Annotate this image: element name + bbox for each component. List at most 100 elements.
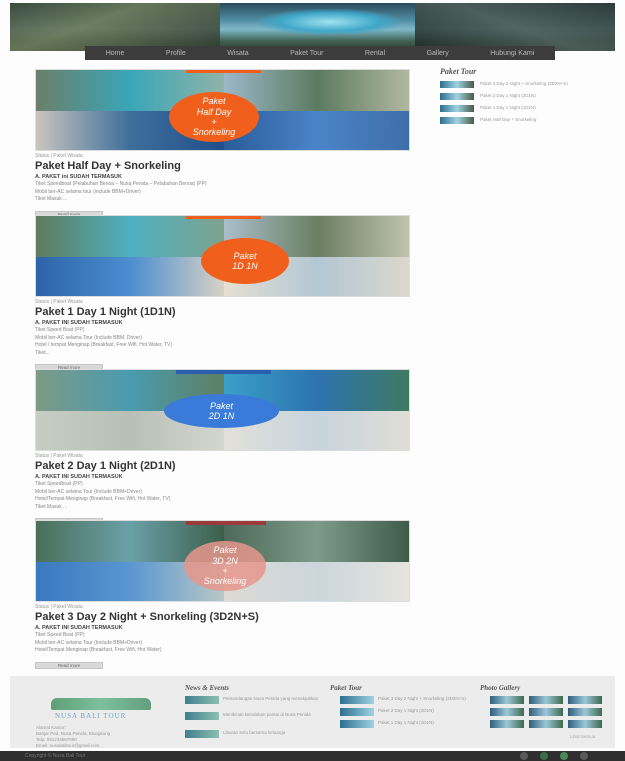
sidebar-item-label: Paket 3 Day 2 Night + Snorkeling (3D2N+S… xyxy=(480,81,568,86)
post-subtitle: A. PAKET INI SUDAH TERMASUK xyxy=(35,625,123,631)
post-subtitle: A. PAKET ini SUDAH TERMASUK xyxy=(35,174,122,180)
sidebar: Paket Tour Paket 3 Day 2 Night + Snorkel… xyxy=(440,67,610,124)
post-meta: Status | Paket Wisata xyxy=(35,604,83,610)
sidebar-item-label: Paket 1 Day 1 Night (1D1N) xyxy=(480,105,536,110)
footer-address: Alamat Kantor: Banjar Ped, Nusa Penida, … xyxy=(36,725,110,749)
twitter-icon[interactable] xyxy=(540,752,548,760)
post-line: Hotel/Tempat Menginap (Breakfast, Free W… xyxy=(35,647,162,653)
nav-paket-tour[interactable]: Paket Tour xyxy=(290,50,323,57)
sidebar-thumb xyxy=(440,117,474,124)
post-image[interactable]: Paket 2D 1N xyxy=(35,369,410,451)
sidebar-thumb xyxy=(440,81,474,88)
gallery-thumb[interactable] xyxy=(529,696,563,704)
photo-gallery xyxy=(490,696,615,728)
banner-sea xyxy=(260,9,400,35)
news-item[interactable]: Pemandangan Nusa Penida yang menakjubkan xyxy=(185,696,325,704)
header-banner xyxy=(10,3,615,51)
badge-line: 2D 1N xyxy=(208,411,235,421)
footer: NUSA BALI TOUR Alamat Kantor: Banjar Ped… xyxy=(10,676,615,748)
post-image[interactable]: Paket Half Day + Snorkeling xyxy=(35,69,410,151)
badge-line: Paket xyxy=(213,545,237,556)
post-line: Tiket... xyxy=(35,349,50,356)
sidebar-item[interactable]: Paket 3 Day 2 Night + Snorkeling (3D2N+S… xyxy=(440,81,610,88)
nav-rental[interactable]: Rental xyxy=(365,50,385,57)
read-more-button[interactable]: Read more xyxy=(35,661,103,669)
footer-tour-title: Paket Tour xyxy=(330,684,362,692)
bottom-bar: Copyright © Nusa Bali Tour xyxy=(0,751,625,761)
post-2d1n: Paket 2D 1N Status | Paket Wisata Paket … xyxy=(35,369,410,528)
post-line: Mobil ber-AC selama Tour (Include BBM+Dr… xyxy=(35,488,143,495)
palm-trees-icon xyxy=(51,698,151,710)
post-title[interactable]: Paket Half Day + Snorkeling xyxy=(35,160,410,172)
google-plus-icon[interactable] xyxy=(560,752,568,760)
post-subtitle: A. PAKET INI SUDAH TERMASUK xyxy=(35,320,123,326)
main-nav: Home Profile Wisata Paket Tour Rental Ga… xyxy=(85,46,555,60)
photo-quadrant xyxy=(36,216,224,257)
post-line: Tiket Speedboat (PP) xyxy=(35,481,83,487)
footer-logo[interactable]: NUSA BALI TOUR xyxy=(45,694,185,724)
news-thumb xyxy=(185,730,219,738)
gallery-thumb[interactable] xyxy=(490,720,524,728)
post-image[interactable]: Paket 3D 2N + Snorkeling xyxy=(35,520,410,602)
post-line: Tiket Speed Boat (PP) xyxy=(35,632,85,638)
post-line: Tiket Masuk ... xyxy=(35,503,68,510)
sidebar-item[interactable]: Paket 1 Day 1 Night (1D1N) xyxy=(440,105,610,112)
red-strip xyxy=(186,521,266,525)
post-image[interactable]: Paket 1D 1N xyxy=(35,215,410,297)
post-line: Tiket Speed Boat (PP) xyxy=(35,327,85,333)
gallery-thumb[interactable] xyxy=(568,720,602,728)
package-badge: Paket 2D 1N xyxy=(164,394,279,428)
sidebar-item[interactable]: Paket Half Day + Snorkeling xyxy=(440,117,610,124)
post-subtitle: A. PAKET INI SUDAH TERMASUK xyxy=(35,474,123,480)
nav-wisata[interactable]: Wisata xyxy=(227,50,248,57)
banner-cliff-left xyxy=(10,3,220,51)
nav-profile[interactable]: Profile xyxy=(166,50,186,57)
nav-hubungi-kami[interactable]: Hubungi Kami xyxy=(490,50,534,57)
news-item[interactable]: Liburan seru bersama keluarga xyxy=(185,730,325,738)
nav-home[interactable]: Home xyxy=(106,50,125,57)
post-meta: Status | Paket Wisata xyxy=(35,153,83,159)
post-half-day: Paket Half Day + Snorkeling Status | Pak… xyxy=(35,69,410,221)
tour-thumb xyxy=(340,696,374,704)
tour-thumb xyxy=(340,708,374,716)
facebook-icon[interactable] xyxy=(520,752,528,760)
post-meta: Status | Paket Wisata xyxy=(35,299,83,305)
logo-text: NUSA BALI TOUR xyxy=(55,712,127,720)
news-item[interactable]: Menikmati keindahan pantai di Nusa Penid… xyxy=(185,712,325,720)
package-badge: Paket Half Day + Snorkeling xyxy=(169,92,259,142)
post-line: Tiket Masuk ... xyxy=(35,196,68,202)
orange-strip xyxy=(186,216,261,219)
news-thumb xyxy=(185,696,219,704)
blue-strip xyxy=(176,370,271,374)
news-title: News & Events xyxy=(185,684,229,692)
gallery-more-link[interactable]: Lihat Semua xyxy=(570,734,595,739)
badge-line: Paket xyxy=(233,250,257,261)
gallery-thumb[interactable] xyxy=(529,708,563,716)
footer-tour-item[interactable]: Paket 3 Day 2 Night + Snorkeling (3D2N+S… xyxy=(340,696,470,704)
footer-tour-item[interactable]: Paket 2 Day 1 Night (2D1N) xyxy=(340,708,470,716)
gallery-thumb[interactable] xyxy=(490,708,524,716)
post-title[interactable]: Paket 1 Day 1 Night (1D1N) xyxy=(35,306,410,318)
news-thumb xyxy=(185,712,219,720)
sidebar-title: Paket Tour xyxy=(440,67,477,76)
package-badge: Paket 3D 2N + Snorkeling xyxy=(184,541,266,591)
gallery-thumb[interactable] xyxy=(568,708,602,716)
post-3d2n: Paket 3D 2N + Snorkeling Status | Paket … xyxy=(35,520,410,672)
post-1d1n: Paket 1D 1N Status | Paket Wisata Paket … xyxy=(35,215,410,374)
nav-gallery[interactable]: Gallery xyxy=(427,50,449,57)
gallery-thumb[interactable] xyxy=(490,696,524,704)
gallery-thumb[interactable] xyxy=(568,696,602,704)
badge-line: 1D 1N xyxy=(232,261,258,271)
gallery-thumb[interactable] xyxy=(529,720,563,728)
rss-icon[interactable] xyxy=(580,752,588,760)
sidebar-item-label: Paket Half Day + Snorkeling xyxy=(480,117,537,122)
copyright: Copyright © Nusa Bali Tour xyxy=(25,753,86,759)
orange-strip xyxy=(186,70,261,73)
post-title[interactable]: Paket 3 Day 2 Night + Snorkeling (3D2N+S… xyxy=(35,611,410,623)
sidebar-item[interactable]: Paket 2 Day 1 Night (2D1N) xyxy=(440,93,610,100)
badge-line: Snorkeling xyxy=(192,127,236,138)
footer-tour-item[interactable]: Paket 1 Day 1 Night (1D1N) xyxy=(340,720,470,728)
post-line: Hotel/Tempat Menginap (Breakfast, Free W… xyxy=(35,496,171,502)
post-title[interactable]: Paket 2 Day 1 Night (2D1N) xyxy=(35,460,410,472)
badge-line: Snorkeling xyxy=(203,576,247,587)
